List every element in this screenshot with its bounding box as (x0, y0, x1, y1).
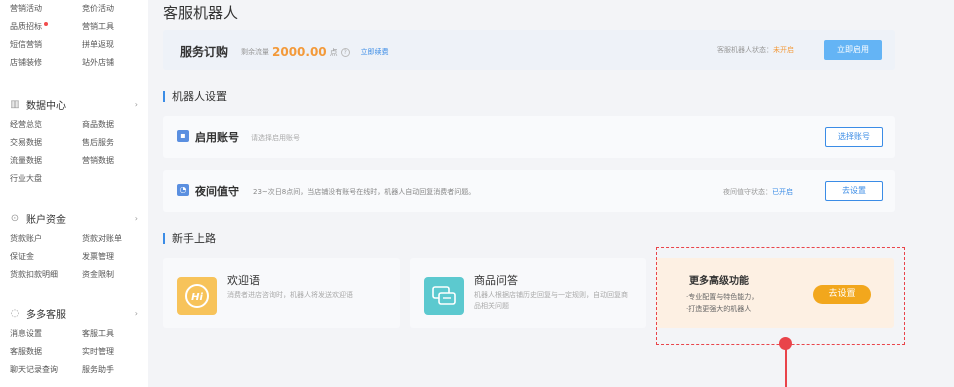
product-qa-card[interactable]: 商品问答 机器人根据店铺历史回复与一定规则，自动回复商品相关问题 (410, 258, 646, 328)
sidebar-item[interactable]: 站外店铺 (82, 54, 148, 72)
sidebar-top-group: 营销活动 竞价活动 品质招标 营销工具 短信营销 拼单返现 店铺装修 站外店铺 (10, 0, 148, 72)
sidebar-item[interactable]: 实时管理 (82, 343, 148, 361)
sidebar-item[interactable]: 经营总览 (10, 116, 82, 134)
moon-clock-icon: ◔ (177, 184, 189, 196)
highlight-annotation-box (656, 247, 905, 345)
night-shift-status-label: 夜间值守状态： (723, 188, 772, 196)
coin-icon: ⊙ (10, 212, 20, 224)
user-card-icon: ▪ (177, 130, 189, 142)
annotation-pointer-line (785, 344, 787, 387)
sidebar-item[interactable]: 货款账户 (10, 230, 82, 248)
night-shift-row: ◔ 夜间值守 23~次日8点间，当店铺没有账号在线时，机器人自动回复消费者问题。… (163, 170, 895, 212)
sidebar-item[interactable]: 商品数据 (82, 116, 148, 134)
subscription-label: 服务订购 (180, 45, 229, 59)
enable-account-hint: 请选择启用账号 (251, 134, 300, 142)
sidebar-item[interactable]: 拼单返现 (82, 36, 148, 54)
subscription-card: 服务订购 剩余流量 2000.00 点 ? 立即续费 客服机器人状态：未开启 立… (163, 30, 895, 70)
sidebar-item[interactable]: 营销活动 (10, 0, 82, 18)
product-qa-description: 机器人根据店铺历史回复与一定规则，自动回复商品相关问题 (474, 291, 628, 310)
enable-account-title: 启用账号 (195, 131, 239, 144)
help-icon[interactable]: ? (340, 47, 350, 57)
onboarding-heading: 新手上路 (163, 233, 216, 244)
sidebar-item[interactable]: 短信营销 (10, 36, 82, 54)
robot-status: 客服机器人状态：未开启 (717, 45, 794, 55)
welcome-message-card[interactable]: Hi 欢迎语 消费者进店咨询时，机器人将发送欢迎语 (163, 258, 400, 328)
sidebar-item[interactable]: 营销工具 (82, 18, 148, 36)
chevron-icon: › (134, 100, 138, 109)
night-shift-settings-button[interactable]: 去设置 (825, 181, 883, 201)
sidebar-item[interactable]: 货款对账单 (82, 230, 148, 248)
sidebar-customer-service-group: 消息设置 客服工具 客服数据 实时管理 聊天记录查询 服务助手 (10, 325, 148, 379)
night-shift-status: 夜间值守状态：已开启 (723, 187, 793, 197)
chevron-icon: › (134, 214, 138, 223)
sidebar-item[interactable]: 售后服务 (82, 134, 148, 152)
annotation-pointer-dot (779, 337, 792, 350)
sidebar-section-data-center[interactable]: ▥ 数据中心 › (10, 97, 138, 112)
sidebar-item[interactable]: 交易数据 (10, 134, 82, 152)
sidebar-item[interactable]: 服务助手 (82, 361, 148, 379)
sidebar-item[interactable]: 竞价活动 (82, 0, 148, 18)
robot-status-value: 未开启 (773, 46, 794, 54)
night-shift-description: 23~次日8点间，当店铺没有账号在线时，机器人自动回复消费者问题。 (253, 188, 476, 196)
sidebar-section-customer-service[interactable]: ◌ 多多客服 › (10, 306, 138, 321)
sidebar-item-label: 品质招标 (10, 22, 42, 31)
sidebar-item[interactable]: 客服工具 (82, 325, 148, 343)
sidebar-account-funds-group: 货款账户 货款对账单 保证金 发票管理 货款扣款明细 资金限制 (10, 230, 148, 284)
renew-link[interactable]: 立即续费 (361, 47, 389, 57)
enable-now-button[interactable]: 立即启用 (824, 40, 882, 60)
sidebar-section-title: 数据中心 (26, 101, 66, 112)
sidebar: 营销活动 竞价活动 品质招标 营销工具 短信营销 拼单返现 店铺装修 站外店铺 … (0, 0, 148, 387)
sidebar-item[interactable]: 消息设置 (10, 325, 82, 343)
bar-chart-icon: ▥ (10, 98, 20, 110)
sidebar-section-title: 账户资金 (26, 215, 66, 226)
sidebar-item[interactable]: 发票管理 (82, 248, 148, 266)
sidebar-section-title: 多多客服 (26, 310, 66, 321)
night-shift-status-value: 已开启 (772, 188, 793, 196)
sidebar-item[interactable]: 客服数据 (10, 343, 82, 361)
sidebar-item-quality-tender[interactable]: 品质招标 (10, 18, 82, 36)
welcome-description: 消费者进店咨询时，机器人将发送欢迎语 (227, 291, 353, 299)
robot-status-label: 客服机器人状态： (717, 46, 773, 54)
sidebar-item[interactable]: 聊天记录查询 (10, 361, 82, 379)
sidebar-item[interactable]: 店铺装修 (10, 54, 82, 72)
enable-account-row: ▪ 启用账号 请选择启用账号 选择账号 (163, 116, 895, 158)
night-shift-title: 夜间值守 (195, 185, 239, 198)
hi-chat-icon: Hi (177, 277, 217, 315)
new-badge-dot (44, 22, 48, 26)
select-account-button[interactable]: 选择账号 (825, 127, 883, 147)
headset-icon: ◌ (10, 307, 20, 319)
welcome-title: 欢迎语 (227, 274, 260, 287)
sidebar-data-center-group: 经营总览 商品数据 交易数据 售后服务 流量数据 营销数据 行业大盘 (10, 116, 148, 188)
product-qa-title: 商品问答 (474, 274, 518, 287)
remaining-amount: 2000.00 (272, 45, 327, 59)
chevron-icon: › (134, 309, 138, 318)
remaining-label: 剩余流量 (241, 48, 269, 56)
chat-bubbles-icon (424, 277, 464, 315)
robot-settings-heading: 机器人设置 (163, 91, 227, 102)
sidebar-item[interactable]: 资金限制 (82, 266, 148, 284)
sidebar-item[interactable]: 营销数据 (82, 152, 148, 170)
svg-text:Hi: Hi (191, 292, 203, 303)
sidebar-item[interactable]: 保证金 (10, 248, 82, 266)
sidebar-item[interactable]: 行业大盘 (10, 170, 82, 188)
remaining-flow: 剩余流量 2000.00 点 ? 立即续费 (241, 45, 389, 59)
sidebar-section-account-funds[interactable]: ⊙ 账户资金 › (10, 211, 138, 226)
sidebar-item[interactable]: 流量数据 (10, 152, 82, 170)
sidebar-item[interactable]: 货款扣款明细 (10, 266, 82, 284)
remaining-unit: 点 (329, 47, 338, 57)
page-title: 客服机器人 (163, 4, 239, 22)
